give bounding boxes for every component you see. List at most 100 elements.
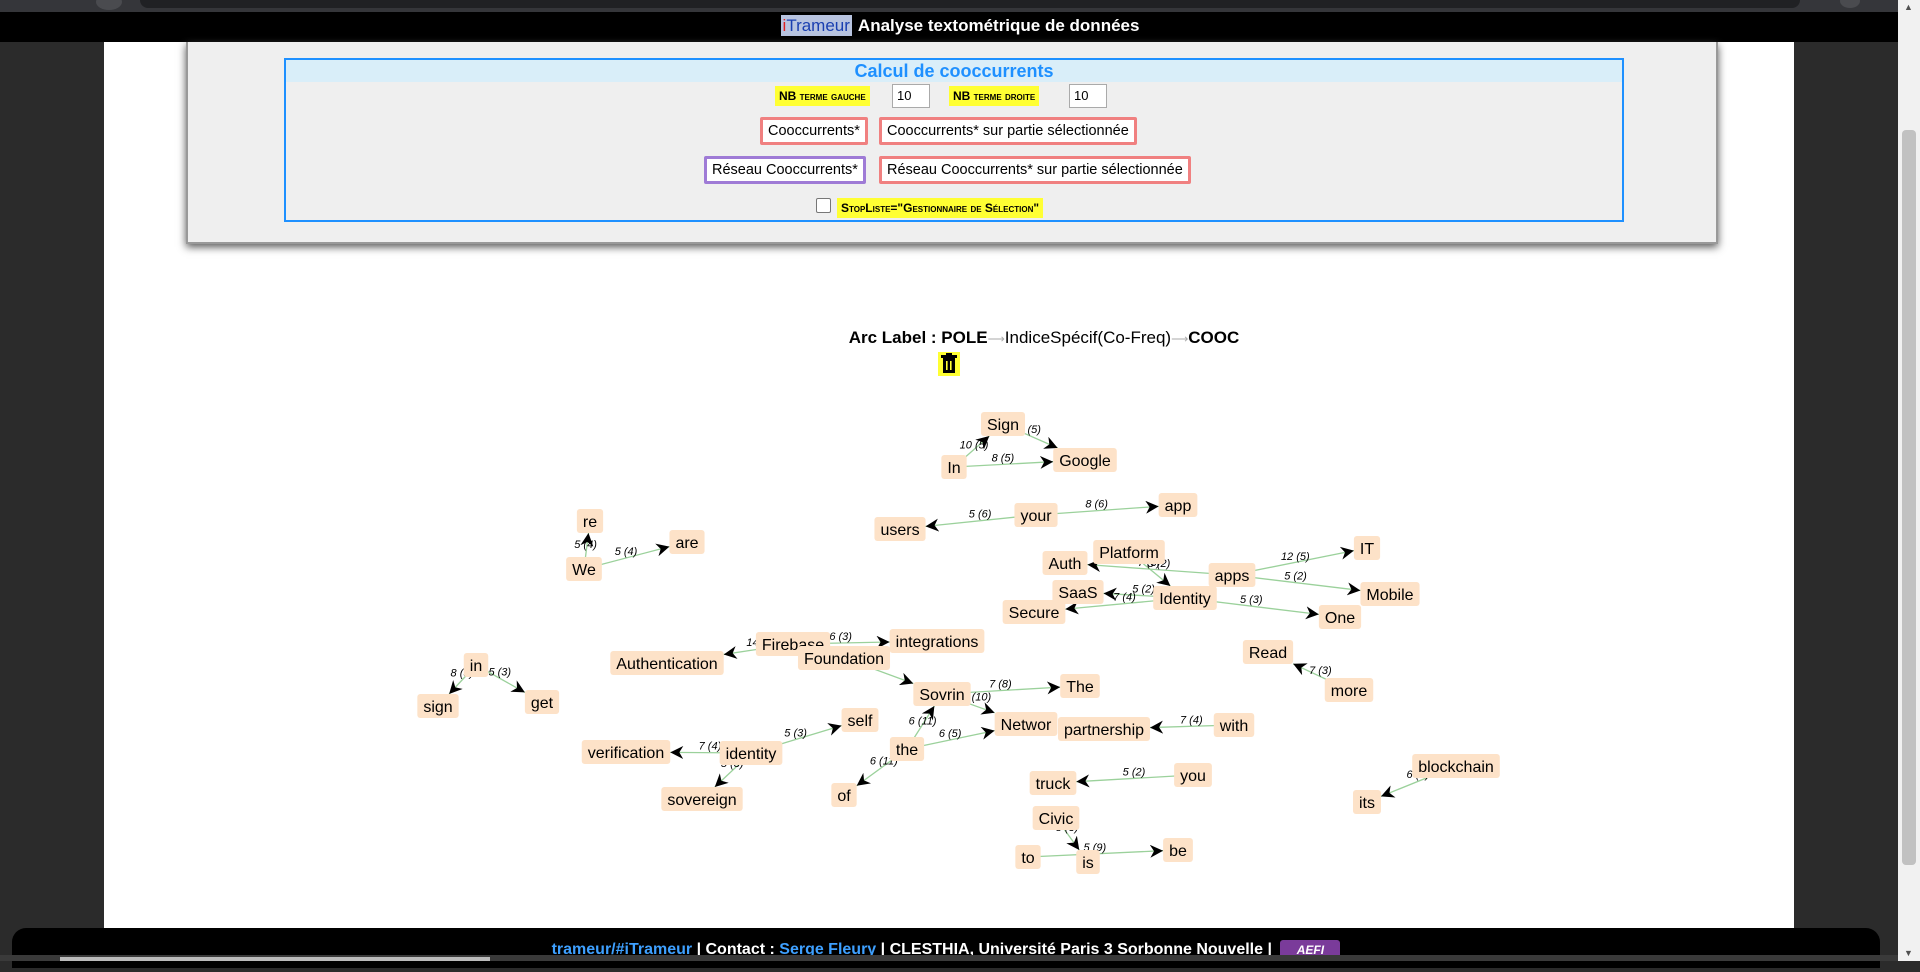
graph-node-to[interactable]: to	[1015, 845, 1041, 869]
graph-edge-label: 7 (4)	[1180, 714, 1203, 726]
graph-node-verification[interactable]: verification	[581, 740, 671, 764]
graph-edge-label: 10 (5)	[960, 440, 989, 452]
browser-profile-button[interactable]	[1840, 0, 1860, 8]
graph-node-be[interactable]: be	[1163, 838, 1193, 862]
graph-node-label: be	[1169, 843, 1187, 860]
graph-node-sovrin[interactable]: Sovrin	[913, 682, 971, 706]
graph-node-your[interactable]: your	[1014, 503, 1058, 527]
graph-node-partnership[interactable]: partnership	[1057, 717, 1151, 741]
graph-edge-label: 7 (8)	[989, 679, 1012, 691]
graph-node-google[interactable]: Google	[1053, 448, 1117, 472]
graph-node-platform[interactable]: Platform	[1093, 540, 1165, 564]
graph-edge-label: 6 (5)	[939, 728, 962, 740]
browser-bottom-bar	[0, 955, 1920, 961]
graph-node-label: are	[675, 535, 698, 552]
download-shelf-item[interactable]	[60, 957, 490, 961]
graph-node-mobile[interactable]: Mobile	[1360, 582, 1420, 606]
graph-node-secure[interactable]: Secure	[1002, 600, 1066, 624]
graph-node-more[interactable]: more	[1324, 678, 1374, 702]
graph-node-label: The	[1066, 679, 1094, 696]
graph-edge-label: 5 (2)	[1123, 766, 1146, 778]
graph-edge-label: 7 (3)	[1309, 665, 1332, 677]
graph-node-identity[interactable]: Identity	[1153, 586, 1217, 610]
graph-node-you[interactable]: you	[1174, 763, 1212, 787]
graph-node-get[interactable]: get	[524, 690, 560, 714]
graph-node-in[interactable]: In	[941, 455, 967, 479]
graph-node-sign[interactable]: Sign	[980, 412, 1026, 436]
graph-node-label: self	[848, 713, 873, 730]
graph-edge-label: 12 (5)	[1281, 551, 1310, 563]
graph-node-truck[interactable]: truck	[1029, 771, 1077, 795]
graph-node-integrations[interactable]: integrations	[889, 629, 985, 653]
graph-node-network[interactable]: Networ	[994, 712, 1058, 736]
graph-node-label: truck	[1036, 776, 1072, 793]
graph-node-label: IT	[1360, 541, 1374, 558]
graph-node-label: Authentication	[616, 656, 717, 673]
graph-edge-label: 5 (6)	[969, 509, 992, 521]
graph-node-we[interactable]: We	[566, 557, 602, 581]
graph-edge-label: 5 (2)	[1284, 571, 1307, 583]
graph-node-re[interactable]: re	[576, 509, 604, 533]
graph-node-label: more	[1331, 683, 1368, 700]
graph-node-label: Civic	[1039, 811, 1074, 828]
app-logo[interactable]: iTrameur	[780, 15, 852, 36]
scroll-thumb[interactable]	[1902, 130, 1916, 865]
graph-node-one[interactable]: One	[1318, 605, 1362, 629]
address-bar[interactable]	[140, 0, 1800, 8]
graph-node-auth[interactable]: Auth	[1042, 551, 1088, 575]
graph-edge-label: 5 (3)	[784, 727, 807, 739]
browser-button[interactable]	[96, 0, 122, 10]
graph-node-label: Google	[1059, 453, 1111, 470]
scroll-up-icon[interactable]: ▲	[1904, 2, 1913, 12]
graph-node-users[interactable]: users	[874, 517, 926, 541]
graph-node-label: Read	[1249, 645, 1287, 662]
graph-edge-label: 5 (3)	[488, 667, 511, 679]
scrollbar[interactable]: ▲ ▼	[1898, 0, 1920, 961]
graph-node-label: its	[1359, 795, 1375, 812]
graph-node-in[interactable]: in	[463, 653, 489, 677]
graph-node-the[interactable]: the	[889, 737, 925, 761]
graph-node-label: with	[1219, 718, 1248, 735]
graph-node-identity[interactable]: identity	[719, 741, 783, 765]
graph-edge-label: 6 (3)	[829, 631, 852, 643]
graph-node-it[interactable]: IT	[1353, 536, 1381, 560]
graph-node-sign[interactable]: sign	[417, 694, 459, 718]
graph-node-label: in	[470, 658, 482, 675]
graph-node-self[interactable]: self	[841, 708, 879, 732]
browser-chrome	[0, 0, 1920, 12]
graph-node-label: identity	[726, 746, 777, 763]
main-page: Calcul de cooccurrents NB terme gauche 1…	[104, 42, 1794, 930]
graph-node-app[interactable]: app	[1158, 493, 1198, 517]
graph-node-sovereign[interactable]: sovereign	[661, 787, 743, 811]
graph-node-apps[interactable]: apps	[1208, 563, 1256, 587]
graph-node-read[interactable]: Read	[1242, 640, 1294, 664]
graph-edge-label: 5 (4)	[574, 539, 597, 551]
cooccurrence-network-graph[interactable]: 10 (5)7 (5)8 (5)5 (6)8 (6)5 (4)5 (4) 12 (…	[104, 42, 1794, 930]
graph-node-civic[interactable]: Civic	[1032, 806, 1080, 830]
graph-node-are[interactable]: are	[669, 530, 705, 554]
graph-edge-label: 8 (5)	[992, 452, 1015, 464]
graph-node-label: get	[531, 695, 554, 712]
graph-edge-label: 8 (6)	[1085, 499, 1108, 511]
graph-node-of[interactable]: of	[831, 783, 857, 807]
graph-edge-label: 7 (4)	[699, 741, 722, 753]
graph-node-label: is	[1082, 855, 1094, 872]
graph-node-label: Auth	[1049, 556, 1082, 573]
graph-node-label: Networ	[1001, 717, 1052, 734]
graph-node-is[interactable]: is	[1076, 850, 1100, 874]
graph-node-label: to	[1021, 850, 1034, 867]
graph-node-the[interactable]: The	[1060, 674, 1100, 698]
scroll-down-icon[interactable]: ▼	[1904, 948, 1913, 958]
graph-node-with[interactable]: with	[1213, 713, 1255, 737]
graph-node-label: Mobile	[1366, 587, 1413, 604]
graph-node-its[interactable]: its	[1353, 790, 1381, 814]
graph-node-label: you	[1180, 768, 1206, 785]
graph-node-label: integrations	[896, 634, 979, 651]
graph-node-label: Sign	[987, 417, 1019, 434]
graph-node-authentication[interactable]: Authentication	[610, 651, 724, 675]
graph-node-blockchain[interactable]: blockchain	[1412, 754, 1500, 778]
graph-node-label: Identity	[1159, 591, 1211, 608]
graph-node-label: blockchain	[1418, 759, 1494, 776]
graph-node-foundation[interactable]: Foundation	[797, 646, 891, 670]
graph-node-label: the	[896, 742, 918, 759]
